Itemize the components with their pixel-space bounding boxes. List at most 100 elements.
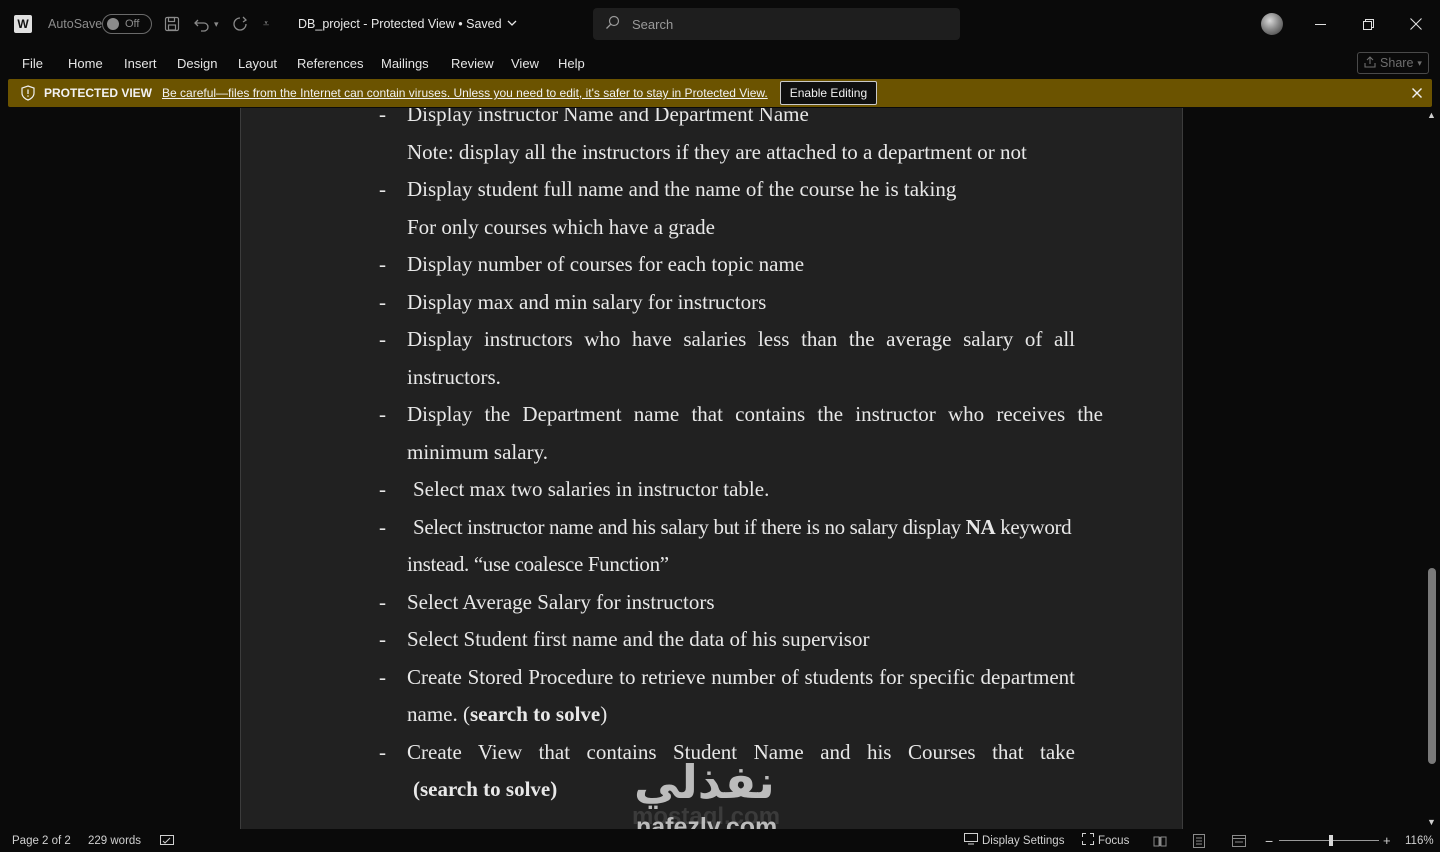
closing-paren: ) [600,702,608,726]
list-item: - Display instructors who have salaries l… [379,321,1075,396]
scroll-up-icon[interactable]: ▲ [1427,110,1436,120]
list-item-note: Note: display all the instructors if the… [407,139,1027,164]
tab-review[interactable]: Review [451,48,494,78]
list-item-text: Display student full name and the name o… [407,177,957,201]
focus-icon [1082,833,1094,848]
scroll-down-icon[interactable]: ▼ [1427,817,1436,827]
undo-icon[interactable] [193,0,211,48]
search-icon [605,15,620,33]
focus-label: Focus [1098,834,1130,847]
redo-icon[interactable] [231,0,249,48]
word-app-icon: W [14,0,34,48]
tab-file[interactable]: File [22,48,43,78]
list-item-text: Display number of courses for each topic… [407,252,805,276]
shield-icon [20,85,36,101]
zoom-level[interactable]: 116% [1405,829,1434,852]
close-icon[interactable] [1412,85,1422,101]
list-item: - Select max two salaries in instructor t… [379,471,1103,509]
tab-design[interactable]: Design [177,48,217,78]
tab-view[interactable]: View [511,48,539,78]
scrollbar-thumb[interactable] [1428,568,1436,764]
closing-paren: ) [550,777,558,801]
autosave-label: AutoSave [48,17,103,31]
vertical-scrollbar[interactable]: ▲ ▼ [1424,108,1440,829]
list-item: - Display max and min salary for instruct… [379,284,1103,322]
search-to-solve-text: search to solve [420,777,551,801]
list-item-text: Select max two salaries in instructor ta… [413,477,770,501]
bullet-dash: - [379,177,386,201]
title-bar: W AutoSave Off ▾ ⩡ DB_project - Protecte… [0,0,1440,48]
share-label: Share [1380,56,1414,70]
share-icon [1364,55,1376,71]
bullet-dash: - [379,327,386,351]
list-item-text: Select Student first name and the data o… [407,627,870,651]
bullet-dash: - [379,252,386,276]
zoom-out-button[interactable]: − [1265,829,1273,852]
toggle-knob [107,18,119,30]
web-layout-icon[interactable] [1232,829,1246,852]
list-item: - Display number of courses for each topi… [379,246,1103,284]
list-item-note: For only courses which have a grade [407,214,715,239]
customize-qat-icon[interactable]: ⩡ [263,0,269,48]
na-keyword: NA [965,514,996,539]
status-bar: Page 2 of 2 229 words Display Settings F… [0,829,1440,852]
list-item-text: Display max and min salary for instructo… [407,289,767,314]
protected-view-bar: PROTECTED VIEW Be careful—files from the… [8,79,1432,107]
document-page[interactable]: - Display instructor Name and Department … [240,108,1183,829]
autosave-state: Off [125,18,140,30]
tab-help[interactable]: Help [558,48,585,78]
ribbon-tabs: File Home Insert Design Layout Reference… [0,48,1440,78]
bullet-dash: - [379,108,386,126]
document-canvas[interactable]: - Display instructor Name and Department … [0,108,1424,829]
share-button[interactable]: Share ▾ [1357,52,1429,74]
chevron-down-icon [507,17,517,31]
bullet-dash: - [379,289,386,314]
tab-references[interactable]: References [297,48,363,78]
save-icon[interactable] [164,0,180,48]
display-settings-label: Display Settings [982,834,1065,847]
autosave-toggle[interactable]: Off [102,0,152,48]
list-item-text: Select Average Salary for instructors [407,589,715,614]
focus-button[interactable]: Focus [1082,829,1129,852]
tab-insert[interactable]: Insert [124,48,157,78]
list-item: - Display instructor Name and Department … [379,108,1103,134]
restore-icon[interactable] [1345,0,1391,48]
bullet-dash: - [379,477,386,501]
display-settings-button[interactable]: Display Settings [964,829,1064,852]
monitor-icon [964,833,978,848]
minimize-icon[interactable] [1297,0,1343,48]
bullet-dash: - [379,664,386,689]
zoom-in-button[interactable]: + [1383,829,1391,852]
list-item: - Select Average Salary for instructors [379,584,1103,622]
word-count[interactable]: 229 words [88,829,141,852]
user-avatar[interactable] [1261,13,1283,35]
bullet-dash: - [379,739,386,764]
search-box[interactable]: Search [593,8,960,40]
proofing-icon[interactable] [160,829,174,852]
list-item: - Display student full name and the name … [379,171,1103,209]
protected-view-label: PROTECTED VIEW [44,86,153,100]
document-title-text: DB_project - Protected View • Saved [298,17,502,31]
close-window-icon[interactable] [1393,0,1439,48]
protected-view-message-link[interactable]: Be careful—files from the Internet can c… [162,86,768,100]
chevron-down-icon: ▾ [1417,57,1422,68]
tab-mailings[interactable]: Mailings [381,48,429,78]
list-item: - Select instructor name and his salary b… [379,509,1103,584]
zoom-slider-thumb[interactable] [1329,835,1333,846]
watermark-arabic: نفذلي [634,755,777,809]
open-paren: ( [413,777,420,801]
enable-editing-button[interactable]: Enable Editing [779,81,878,105]
list-item-text: Display instructors who have salaries le… [407,327,1075,389]
read-mode-icon[interactable] [1153,829,1167,852]
print-layout-icon[interactable] [1193,829,1205,852]
search-placeholder: Search [632,16,674,32]
tab-layout[interactable]: Layout [238,48,277,78]
bullet-dash: - [379,402,386,426]
document-title[interactable]: DB_project - Protected View • Saved [298,0,517,48]
tab-home[interactable]: Home [68,48,103,78]
page-count[interactable]: Page 2 of 2 [12,829,71,852]
list-item-text: Display instructor Name and Department N… [407,108,809,126]
list-item: - Select Student first name and the data … [379,621,1103,659]
bullet-dash: - [379,627,386,651]
undo-dropdown-icon[interactable]: ▾ [214,0,219,48]
